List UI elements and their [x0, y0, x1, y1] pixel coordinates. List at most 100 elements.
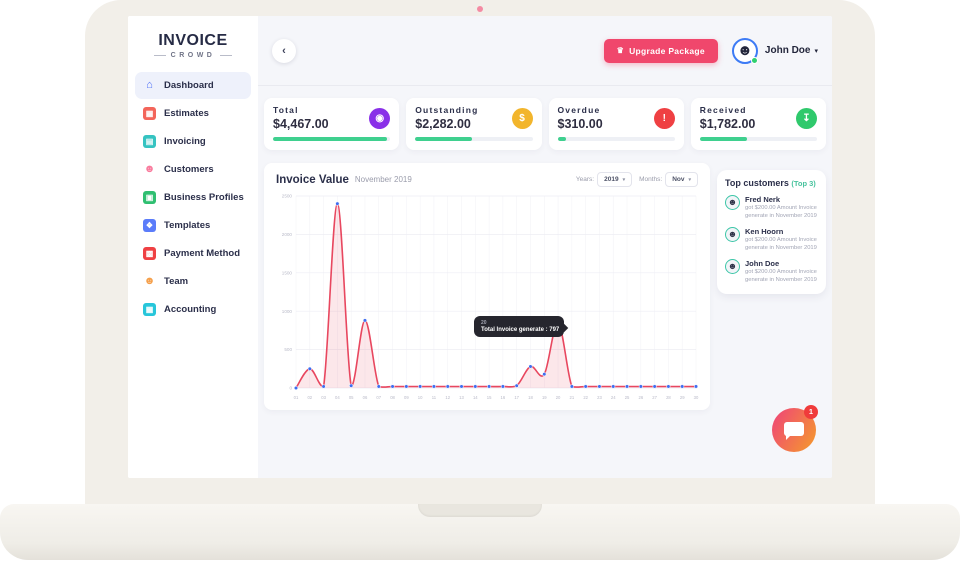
year-select[interactable]: 2019 ▾	[597, 172, 633, 187]
svg-text:14: 14	[473, 395, 478, 400]
stat-progress-track	[699, 137, 817, 141]
svg-text:04: 04	[335, 395, 340, 400]
customer-avatar: ☻	[725, 227, 740, 243]
content-row: Invoice Value November 2019 Years: 2019 …	[264, 163, 826, 410]
sidebar-item-templates[interactable]: ❖ Templates	[135, 212, 251, 239]
logo: INVOICE CROWD	[128, 16, 575, 71]
sidebar-item-label: Payment Method	[164, 248, 241, 259]
estimates-calculator-icon: ▦	[143, 107, 156, 120]
sidebar-item-dashboard[interactable]: ⌂ Dashboard	[135, 72, 251, 99]
tooltip-value: Total Invoice generate : 797	[481, 327, 560, 333]
svg-text:15: 15	[487, 395, 492, 400]
customers-person-icon: ☻	[143, 163, 156, 175]
svg-text:17: 17	[514, 395, 519, 400]
invoice-value-chart: 0 500 1000 1500 2000 2500 01 02 03 04 05 06 07 08 09 10…	[282, 194, 699, 400]
sidebar-item-estimates[interactable]: ▦ Estimates	[135, 100, 251, 127]
main-area: ‹ ♛ Upgrade Package ☻ John Doe ▾ Total $4…	[258, 16, 832, 478]
stat-card-outstanding: Outstanding $2,282.00 $	[406, 98, 542, 150]
sidebar-item-payment-method[interactable]: ▩ Payment Method	[135, 240, 251, 267]
svg-text:22: 22	[583, 395, 588, 400]
svg-text:01: 01	[294, 395, 299, 400]
stat-card-overdue: Overdue $310.00!	[548, 98, 684, 150]
customer-description: got $200.00 Amount Invoice generate in N…	[745, 269, 817, 283]
customer-description: got $200.00 Amount Invoice generate in N…	[745, 237, 817, 251]
templates-icon: ❖	[143, 219, 156, 232]
svg-text:2000: 2000	[282, 232, 293, 237]
sidebar-item-label: Templates	[164, 220, 211, 231]
svg-text:29: 29	[680, 395, 685, 400]
team-people-icon: ☻	[143, 275, 156, 287]
chevron-down-icon[interactable]: ▾	[814, 47, 818, 55]
logo-wordmark: INVOICE	[158, 32, 228, 49]
topbar: ‹ ♛ Upgrade Package ☻ John Doe ▾	[258, 16, 832, 86]
svg-text:16: 16	[501, 395, 506, 400]
customer-list-item[interactable]: ☻ Fred Nerk got $200.00 Amount Invoice gen…	[725, 195, 818, 220]
chart-header: Invoice Value November 2019 Years: 2019 …	[272, 172, 702, 187]
chevron-down-icon: ▾	[688, 176, 691, 183]
chart-tooltip: 20 Total Invoice generate : 797	[474, 316, 564, 337]
svg-text:500: 500	[284, 347, 292, 352]
user-avatar[interactable]: ☻	[731, 37, 758, 64]
sidebar-item-accounting[interactable]: ▦ Accounting	[135, 296, 251, 323]
accounting-calculator-icon: ▦	[143, 303, 156, 316]
stat-progress-track	[557, 137, 675, 141]
business-briefcase-icon: ▣	[143, 191, 156, 204]
outstanding-coin-icon: $	[511, 108, 533, 129]
stats-row: Total $4,467.00 ◉ Outstanding $2,282.00 $ Over…	[264, 98, 826, 150]
customer-info: Ken Hoorn got $200.00 Amount Invoice gene…	[745, 227, 818, 252]
sidebar-item-label: Team	[164, 276, 189, 287]
customer-list-item[interactable]: ☻ Ken Hoorn got $200.00 Amount Invoice gen…	[725, 227, 818, 252]
laptop-mockup: INVOICE CROWD ⌂ Dashboard ▦ Estimates ▤ Invoi…	[0, 0, 960, 570]
svg-text:27: 27	[652, 395, 657, 400]
sidebar-item-label: Estimates	[164, 108, 209, 119]
sidebar-item-invoicing[interactable]: ▤ Invoicing	[135, 128, 251, 155]
app-window: INVOICE CROWD ⌂ Dashboard ▦ Estimates ▤ Invoi…	[128, 16, 832, 478]
top-customers-badge: (Top 3)	[791, 179, 816, 188]
svg-text:19: 19	[542, 395, 547, 400]
chart-subtitle: November 2019	[354, 175, 412, 184]
stat-progress-fill	[273, 137, 387, 141]
svg-text:28: 28	[666, 395, 671, 400]
stat-progress-track	[415, 137, 533, 141]
svg-text:02: 02	[307, 395, 312, 400]
svg-text:23: 23	[597, 395, 602, 400]
stat-progress-fill	[699, 137, 747, 141]
laptop-screen-bezel: INVOICE CROWD ⌂ Dashboard ▦ Estimates ▤ Invoi…	[85, 0, 875, 506]
online-status-dot	[750, 56, 758, 64]
customer-avatar: ☻	[725, 259, 740, 275]
month-select-value: Nov	[672, 176, 685, 183]
svg-text:10: 10	[418, 395, 423, 400]
chat-bubble-icon	[784, 422, 804, 440]
svg-text:03: 03	[321, 395, 326, 400]
svg-text:1000: 1000	[282, 309, 293, 314]
sidebar-item-customers[interactable]: ☻ Customers	[135, 156, 251, 183]
svg-text:20: 20	[556, 395, 561, 400]
customer-list-item[interactable]: ☻ John Doe got $200.00 Amount Invoice gene…	[725, 259, 818, 284]
sidebar-item-business-profiles[interactable]: ▣ Business Profiles	[135, 184, 251, 211]
logo-tagline: CROWD	[128, 52, 258, 59]
stat-progress-track	[273, 137, 391, 141]
month-select[interactable]: Nov ▾	[665, 172, 698, 187]
customer-name: John Doe	[745, 259, 780, 269]
svg-text:07: 07	[376, 395, 381, 400]
months-label: Months:	[639, 176, 663, 183]
stat-card-total: Total $4,467.00 ◉	[264, 98, 400, 150]
overdue-alarm-icon: !	[653, 108, 675, 129]
chat-button[interactable]: 1	[772, 405, 818, 452]
customer-name: Ken Hoorn	[745, 227, 784, 237]
svg-text:25: 25	[625, 395, 630, 400]
upgrade-package-button[interactable]: ♛ Upgrade Package	[603, 38, 718, 63]
upgrade-package-label: Upgrade Package	[629, 45, 705, 56]
svg-text:30: 30	[694, 395, 699, 400]
collapse-sidebar-button[interactable]: ‹	[272, 38, 296, 63]
webcam-dot	[477, 6, 483, 12]
user-name[interactable]: John Doe	[765, 45, 811, 56]
svg-text:12: 12	[445, 395, 450, 400]
sidebar-nav: ⌂ Dashboard ▦ Estimates ▤ Invoicing ☻ Customers…	[128, 72, 258, 323]
svg-text:24: 24	[611, 395, 616, 400]
chat-notification-badge: 1	[804, 405, 818, 419]
sidebar-item-label: Dashboard	[164, 80, 214, 91]
svg-text:1500: 1500	[282, 270, 293, 275]
sidebar-item-team[interactable]: ☻ Team	[135, 268, 251, 295]
stat-progress-fill	[415, 137, 472, 141]
